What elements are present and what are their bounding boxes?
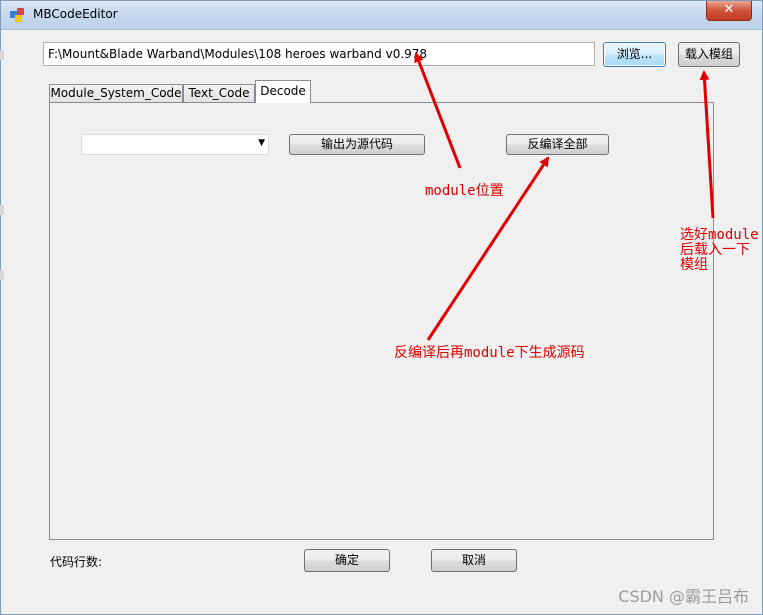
tab-decode[interactable]: Decode bbox=[255, 80, 311, 103]
client-area: F:\Mount&Blade Warband\Modules\108 heroe… bbox=[9, 30, 756, 608]
annotation-load-line: 选好module bbox=[680, 227, 759, 243]
close-button[interactable]: ✕ bbox=[706, 1, 752, 21]
annotation-load-hint: 选好module 后载入一下 模组 bbox=[680, 228, 759, 273]
annotation-load-line: 后载入一下 bbox=[680, 242, 750, 258]
app-cube-icon bbox=[10, 8, 24, 22]
module-path-input[interactable]: F:\Mount&Blade Warband\Modules\108 heroe… bbox=[43, 42, 595, 66]
decode-panel: ▼ 输出为源代码 反编译全部 bbox=[49, 102, 714, 540]
browse-button[interactable]: 浏览... bbox=[603, 42, 666, 67]
line-count-label: 代码行数: bbox=[50, 555, 103, 569]
annotation-module-location: module位置 bbox=[425, 183, 504, 199]
load-module-button[interactable]: 载入模组 bbox=[678, 42, 740, 67]
export-source-button[interactable]: 输出为源代码 bbox=[289, 134, 425, 155]
annotation-decompile-hint: 反编译后再module下生成源码 bbox=[394, 345, 585, 361]
ok-button[interactable]: 确定 bbox=[304, 549, 390, 572]
tab-text-code[interactable]: Text_Code bbox=[183, 84, 255, 102]
module-select[interactable]: ▼ bbox=[81, 134, 269, 155]
title-bar[interactable]: MBCodeEditor ✕ bbox=[1, 1, 762, 30]
tab-module-system-code[interactable]: Module_System_Code bbox=[49, 84, 183, 102]
annotation-load-line: 模组 bbox=[680, 257, 708, 273]
csdn-watermark: CSDN @霸王吕布 bbox=[618, 587, 749, 606]
decompile-all-button[interactable]: 反编译全部 bbox=[506, 134, 609, 155]
background-sliver bbox=[0, 50, 4, 60]
dropdown-arrow-icon[interactable]: ▼ bbox=[258, 138, 265, 148]
cancel-button[interactable]: 取消 bbox=[431, 549, 517, 572]
main-window: MBCodeEditor ✕ F:\Mount&Blade Warband\Mo… bbox=[0, 0, 763, 615]
background-sliver bbox=[0, 270, 4, 280]
window-title: MBCodeEditor bbox=[33, 7, 118, 21]
close-icon: ✕ bbox=[723, 2, 735, 17]
background-sliver bbox=[0, 205, 4, 215]
